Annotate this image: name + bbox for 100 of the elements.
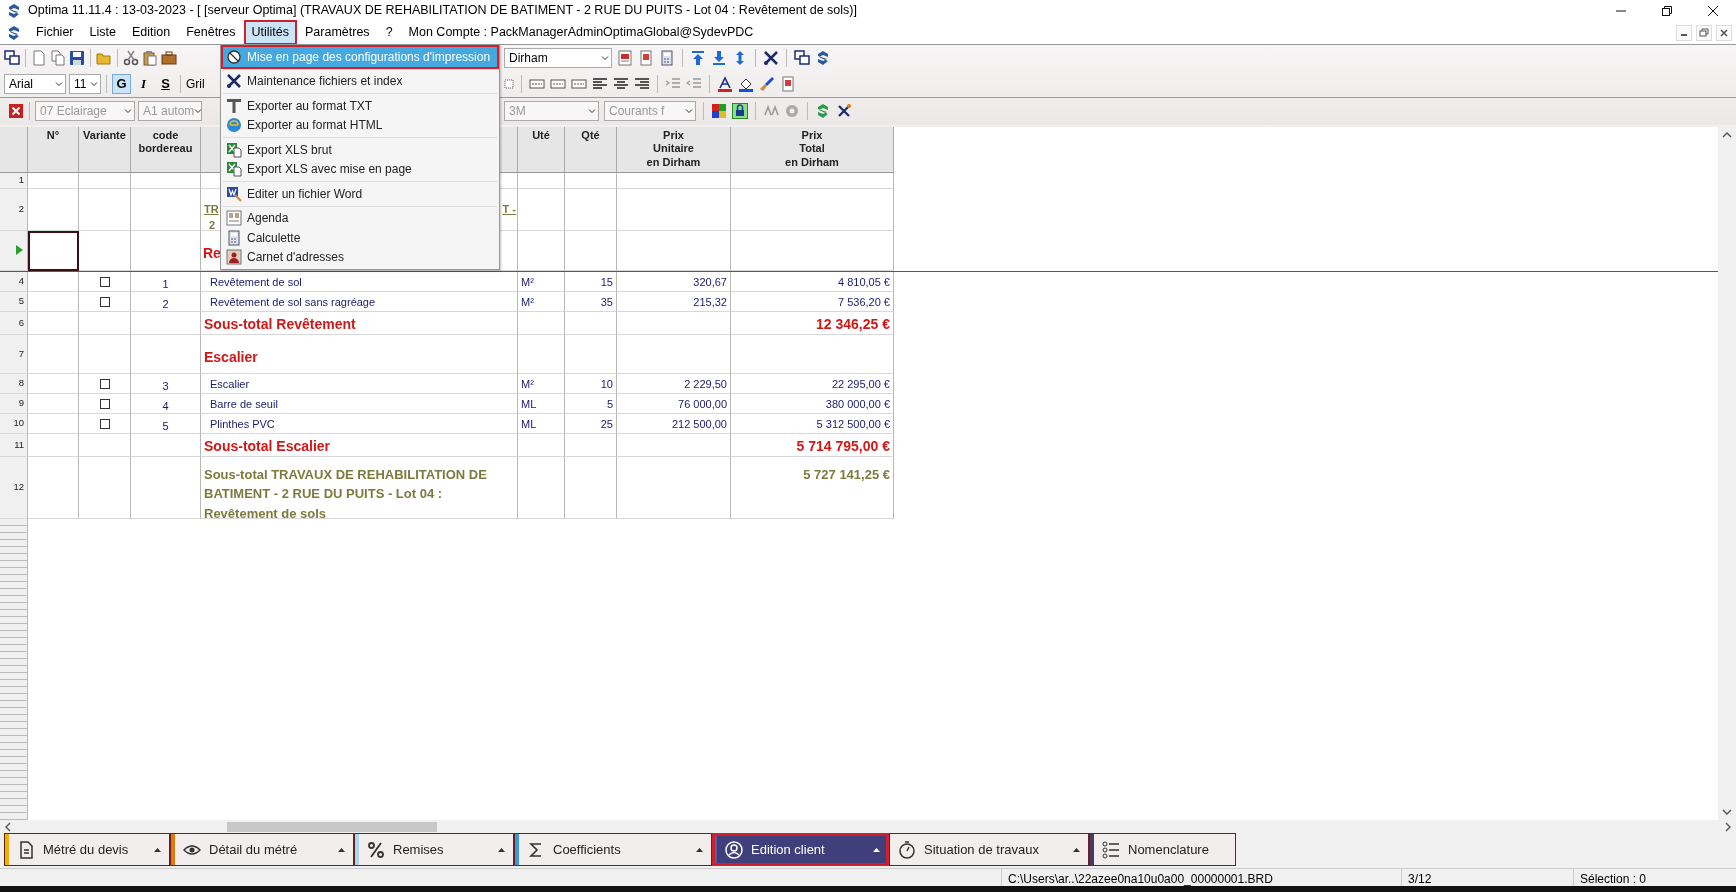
document-icon[interactable] [638, 49, 654, 66]
save-icon[interactable] [69, 49, 85, 66]
document-icon[interactable] [617, 49, 633, 66]
menu-item[interactable]: Fichier [28, 20, 82, 46]
mdi-restore-icon[interactable] [1696, 24, 1712, 41]
color-grid-icon[interactable] [711, 103, 727, 120]
table-cell: 5 714 795,00 € [731, 433, 894, 457]
menu-item[interactable]: ? [377, 20, 401, 46]
table-cell: 320,67 [617, 271, 731, 292]
row-header[interactable]: 7 [0, 334, 28, 374]
row-header[interactable]: 5 [0, 291, 28, 312]
menu-item[interactable]: Utilités [243, 20, 297, 46]
align-right-icon[interactable] [634, 75, 650, 92]
scroll-up-icon[interactable] [1722, 130, 1732, 139]
row-header[interactable]: 8 [0, 373, 28, 394]
caret-icon[interactable] [696, 846, 703, 853]
column-header: Variante [79, 126, 131, 173]
checkbox[interactable] [99, 378, 110, 389]
text-style-button[interactable]: G [112, 73, 131, 94]
close-icon[interactable] [1707, 4, 1719, 17]
table-cell: 12 346,25 € [731, 311, 894, 335]
scroll-down-icon[interactable] [1722, 807, 1732, 816]
currency-dropdown[interactable]: Dirham [504, 47, 612, 68]
scrollbar-thumb[interactable] [227, 821, 437, 832]
bottom-tab[interactable]: Coefficients [514, 833, 712, 866]
row-header[interactable]: 11 [0, 433, 28, 457]
windows-icon[interactable] [794, 49, 810, 66]
checkbox[interactable] [99, 418, 110, 429]
bottom-tab[interactable]: Situation de travaux [889, 833, 1089, 866]
calendar-icon [226, 210, 242, 227]
menu-item[interactable]: Edition [123, 20, 179, 46]
menu-item[interactable]: Liste [81, 20, 124, 46]
caret-icon[interactable] [1073, 846, 1080, 853]
bottom-tab[interactable]: Métré du devis [4, 833, 170, 866]
lock-icon[interactable] [732, 103, 748, 120]
bottom-tab[interactable]: Détail du métré [170, 833, 354, 866]
bottom-tab[interactable]: Nomenclature [1089, 833, 1236, 866]
caret-icon[interactable] [498, 846, 505, 853]
menu-item[interactable]: Exporter au format TXT [223, 96, 497, 116]
logo-icon[interactable] [815, 103, 831, 120]
bottom-tab[interactable]: Remises [354, 833, 514, 866]
table-cell: 25 [565, 413, 617, 434]
table-cell: ML [518, 413, 565, 434]
row-header[interactable]: 4 [0, 271, 28, 292]
checkbox[interactable] [99, 296, 110, 307]
table-cell[interactable] [28, 230, 79, 271]
caret-icon[interactable] [338, 846, 345, 853]
column-header: N° [28, 126, 79, 173]
app-logo-icon[interactable] [6, 24, 22, 41]
table-cell: 7 536,20 € [731, 291, 894, 312]
table-cell: Escalier [201, 373, 518, 394]
move-up-icon[interactable] [690, 49, 706, 66]
menu-item[interactable]: Agenda [223, 208, 497, 228]
table-cell: M² [518, 271, 565, 292]
windows-icon[interactable] [4, 49, 20, 66]
tools-icon[interactable] [763, 49, 779, 66]
menu-item[interactable]: Fenêtres [178, 20, 244, 46]
font-dropdown[interactable]: Arial [4, 73, 66, 94]
brush-icon[interactable] [759, 75, 775, 92]
calculator-icon[interactable] [659, 49, 675, 66]
row-header[interactable]: 6 [0, 311, 28, 335]
column-header: Uté [518, 126, 565, 173]
menu-item[interactable]: Export XLS avec mise en page [223, 159, 497, 179]
align-center-icon[interactable] [613, 75, 629, 92]
move-down-icon[interactable] [711, 49, 727, 66]
paste-icon[interactable] [142, 49, 158, 66]
menu-item[interactable]: Editer un fichier Word [223, 184, 497, 204]
font-color-icon[interactable] [717, 75, 733, 92]
caret-icon[interactable] [154, 846, 161, 853]
menu-item[interactable]: Carnet d'adresses [223, 247, 497, 267]
border-icon[interactable] [504, 76, 514, 91]
caret-icon[interactable] [873, 846, 880, 853]
mdi-minimize-icon[interactable] [1676, 24, 1692, 41]
text-style-button[interactable]: I [134, 73, 153, 94]
table-cell: M² [518, 373, 565, 394]
restore-icon[interactable] [1661, 4, 1673, 17]
row-header[interactable]: 2 [0, 188, 28, 231]
menu-item[interactable]: Exporter au format HTML [223, 115, 497, 135]
cut-icon[interactable] [123, 49, 139, 66]
scroll-left-icon[interactable] [4, 821, 12, 832]
text-style-button[interactable]: S [156, 73, 175, 94]
row-header[interactable]: 12 [0, 456, 28, 519]
report-icon[interactable] [780, 75, 796, 92]
scroll-right-icon[interactable] [1724, 821, 1732, 832]
status-text: Sélection : 0 [1573, 869, 1736, 886]
row-header[interactable]: 9 [0, 393, 28, 414]
logo-icon[interactable] [815, 49, 831, 66]
align-left-icon[interactable] [592, 75, 608, 92]
menu-item[interactable]: Maintenance fichiers et index [223, 71, 497, 91]
menu-item[interactable]: Paramètres [297, 20, 378, 46]
checkbox[interactable] [99, 398, 110, 409]
briefcase-icon[interactable] [161, 49, 177, 66]
menu-item[interactable]: Calculette [223, 228, 497, 248]
bottom-tab[interactable]: Edition client [712, 833, 889, 866]
column-header: Qté [565, 126, 617, 173]
menu-item[interactable]: Export XLS brut [223, 140, 497, 160]
checkbox[interactable] [99, 276, 110, 287]
row-header[interactable]: 10 [0, 413, 28, 434]
mdi-close-icon[interactable] [1716, 24, 1732, 41]
font-size-dropdown[interactable]: 11 [69, 73, 101, 94]
